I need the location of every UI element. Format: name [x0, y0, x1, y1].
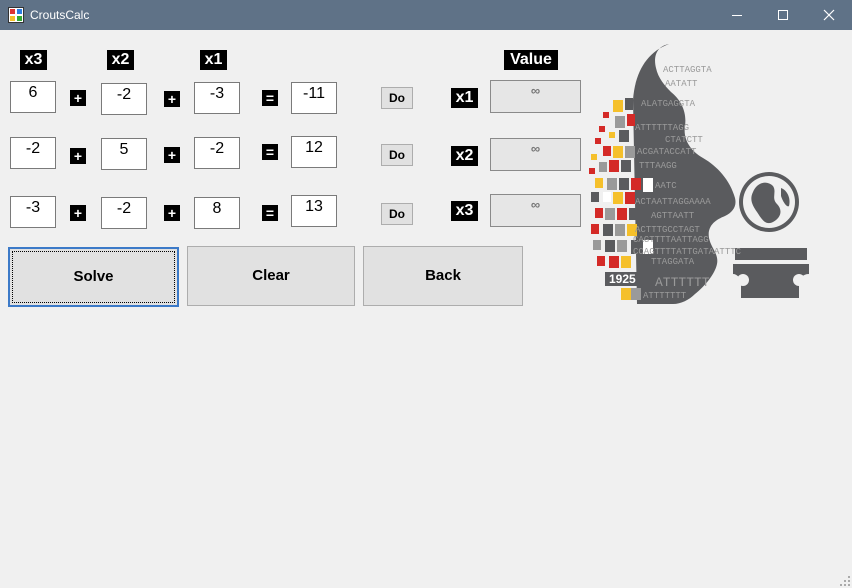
- equals-sign: =: [262, 205, 278, 221]
- do-button-row1[interactable]: Do: [381, 87, 413, 109]
- coef-r3-x2-input[interactable]: -2: [101, 197, 147, 229]
- svg-text:ACTTTGCCTAGT: ACTTTGCCTAGT: [635, 225, 700, 235]
- back-button[interactable]: Back: [363, 246, 523, 306]
- close-button[interactable]: [806, 0, 852, 30]
- svg-text:ACTAATTAGGAAAA: ACTAATTAGGAAAA: [635, 197, 711, 207]
- coef-r2-x3-input[interactable]: -2: [10, 137, 56, 169]
- header-x2: x2: [107, 50, 134, 70]
- coef-r3-x3-input[interactable]: -3: [10, 196, 56, 228]
- svg-text:AGTTAATT: AGTTAATT: [651, 211, 695, 221]
- plus-sign: +: [70, 90, 86, 106]
- result-x3-field: ∞: [490, 194, 581, 227]
- minimize-button[interactable]: [714, 0, 760, 30]
- plus-sign: +: [70, 148, 86, 164]
- plus-sign: +: [164, 91, 180, 107]
- minimize-icon: [732, 15, 742, 16]
- svg-text:ALATGAGGTA: ALATGAGGTA: [641, 99, 696, 109]
- equals-sign: =: [262, 90, 278, 106]
- rhs-r2-input[interactable]: 12: [291, 136, 337, 168]
- header-x1: x1: [200, 50, 227, 70]
- svg-text:ATTTTTT: ATTTTTT: [655, 275, 710, 290]
- solve-button[interactable]: Solve: [8, 247, 179, 307]
- coef-r1-x3-input[interactable]: 6: [10, 81, 56, 113]
- svg-text:CTATCTT: CTATCTT: [665, 135, 703, 145]
- rhs-r3-input[interactable]: 13: [291, 195, 337, 227]
- svg-text:ACGATACCATT: ACGATACCATT: [637, 147, 697, 157]
- equals-sign: =: [262, 144, 278, 160]
- do-button-row3[interactable]: Do: [381, 203, 413, 225]
- maximize-icon: [778, 10, 788, 20]
- app-icon: [8, 7, 24, 23]
- logo-year: 1925: [609, 272, 636, 286]
- svg-text:TTAGGATA: TTAGGATA: [651, 257, 695, 267]
- svg-text:ATTTTTTT: ATTTTTTT: [643, 291, 687, 301]
- result-x2-field: ∞: [490, 138, 581, 171]
- coef-r2-x1-input[interactable]: -2: [194, 137, 240, 169]
- svg-text:ATTTTTTAGG: ATTTTTTAGG: [635, 123, 689, 133]
- maximize-button[interactable]: [760, 0, 806, 30]
- plus-sign: +: [70, 205, 86, 221]
- result-label-x3: x3: [451, 201, 478, 221]
- svg-text:CCAGTTTTATTGATAATTTC: CCAGTTTTATTGATAATTTC: [633, 247, 742, 257]
- header-value: Value: [504, 50, 558, 70]
- logo-pedestal-top: [735, 248, 807, 260]
- plus-sign: +: [164, 205, 180, 221]
- coef-r1-x1-input[interactable]: -3: [194, 82, 240, 114]
- do-button-row2[interactable]: Do: [381, 144, 413, 166]
- result-x1-field: ∞: [490, 80, 581, 113]
- resize-grip-icon[interactable]: [840, 576, 850, 586]
- title-bar: CroutsCalc: [0, 0, 852, 30]
- svg-text:AATC: AATC: [655, 181, 677, 191]
- header-x3: x3: [20, 50, 47, 70]
- university-logo: ACTTAGGTA AATATT ALATGAGGTA ATTTTTTAGG C…: [589, 44, 809, 304]
- result-label-x1: x1: [451, 88, 478, 108]
- result-label-x2: x2: [451, 146, 478, 166]
- svg-text:ACTTAGGTA: ACTTAGGTA: [663, 65, 712, 75]
- svg-text:AATATT: AATATT: [665, 79, 698, 89]
- close-icon: [823, 9, 835, 21]
- coef-r2-x2-input[interactable]: 5: [101, 138, 147, 170]
- window-title: CroutsCalc: [30, 8, 90, 22]
- coef-r3-x1-input[interactable]: 8: [194, 197, 240, 229]
- clear-button[interactable]: Clear: [187, 246, 355, 306]
- coef-r1-x2-input[interactable]: -2: [101, 83, 147, 115]
- svg-text:TTTAAGG: TTTAAGG: [639, 161, 677, 171]
- rhs-r1-input[interactable]: -11: [291, 82, 337, 114]
- plus-sign: +: [164, 147, 180, 163]
- svg-text:CAGTTTTAATTAGG: CAGTTTTAATTAGG: [633, 235, 709, 245]
